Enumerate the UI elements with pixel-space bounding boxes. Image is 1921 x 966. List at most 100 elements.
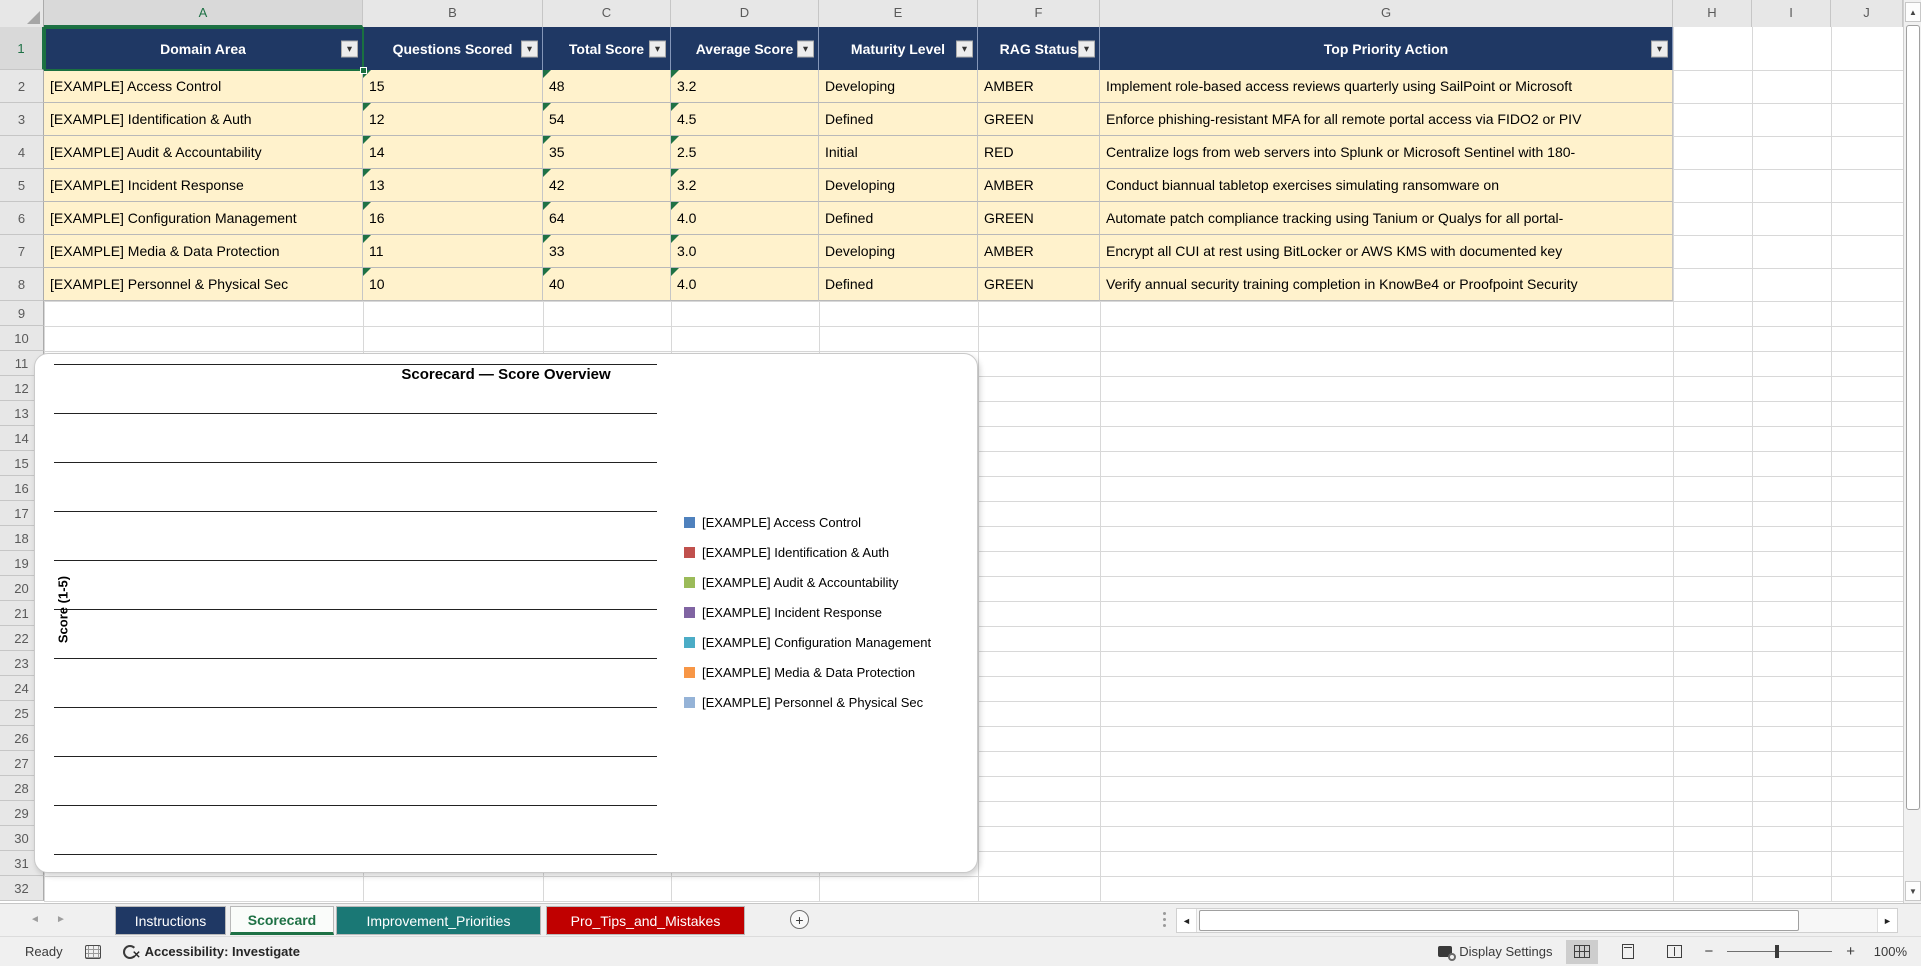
column-header-i[interactable]: I bbox=[1752, 0, 1831, 27]
column-header-c[interactable]: C bbox=[543, 0, 671, 27]
table-cell[interactable]: 33 bbox=[543, 235, 671, 268]
column-header-h[interactable]: H bbox=[1673, 0, 1752, 27]
column-header-g[interactable]: G bbox=[1100, 0, 1673, 27]
table-cell[interactable]: [EXAMPLE] Incident Response bbox=[44, 169, 363, 202]
column-header-d[interactable]: D bbox=[671, 0, 819, 27]
table-cell[interactable]: 48 bbox=[543, 70, 671, 103]
table-cell[interactable]: Initial bbox=[819, 136, 978, 169]
table-cell[interactable]: [EXAMPLE] Personnel & Physical Sec bbox=[44, 268, 363, 301]
table-cell[interactable]: Encrypt all CUI at rest using BitLocker … bbox=[1100, 235, 1673, 268]
row-header-6[interactable]: 6 bbox=[0, 202, 44, 235]
filter-dropdown-button[interactable]: ▾ bbox=[341, 40, 358, 57]
table-cell[interactable]: [EXAMPLE] Identification & Auth bbox=[44, 103, 363, 136]
table-cell[interactable]: Verify annual security training completi… bbox=[1100, 268, 1673, 301]
legend-item[interactable]: [EXAMPLE] Personnel & Physical Sec bbox=[684, 687, 931, 717]
table-cell[interactable]: 3.0 bbox=[671, 235, 819, 268]
horizontal-scrollbar[interactable]: ◄ ► bbox=[1176, 908, 1898, 933]
table-header-cell[interactable]: Questions Scored ▾ bbox=[363, 27, 543, 70]
table-cell[interactable]: Defined bbox=[819, 202, 978, 235]
sheet-tab-scorecard[interactable]: Scorecard bbox=[230, 906, 334, 935]
table-header-cell[interactable]: Average Score ▾ bbox=[671, 27, 819, 70]
table-cell[interactable]: Implement role-based access reviews quar… bbox=[1100, 70, 1673, 103]
table-cell[interactable]: Developing bbox=[819, 235, 978, 268]
table-header-cell[interactable]: Top Priority Action ▾ bbox=[1100, 27, 1673, 70]
zoom-slider[interactable] bbox=[1727, 945, 1833, 958]
table-header-cell[interactable]: Total Score ▾ bbox=[543, 27, 671, 70]
table-cell[interactable]: Automate patch compliance tracking using… bbox=[1100, 202, 1673, 235]
table-cell[interactable]: AMBER bbox=[978, 70, 1100, 103]
accessibility-status[interactable]: ✕ Accessibility: Investigate bbox=[122, 944, 300, 961]
horizontal-scroll-thumb[interactable] bbox=[1199, 910, 1799, 931]
legend-item[interactable]: [EXAMPLE] Audit & Accountability bbox=[684, 567, 931, 597]
row-header-3[interactable]: 3 bbox=[0, 103, 44, 136]
legend-item[interactable]: [EXAMPLE] Configuration Management bbox=[684, 627, 931, 657]
sheet-tab-pro_tips_and_mistakes[interactable]: Pro_Tips_and_Mistakes bbox=[546, 906, 745, 935]
scroll-left-button[interactable]: ◄ bbox=[1177, 909, 1197, 932]
table-cell[interactable]: 4.0 bbox=[671, 202, 819, 235]
table-cell[interactable]: [EXAMPLE] Media & Data Protection bbox=[44, 235, 363, 268]
table-cell[interactable]: 4.5 bbox=[671, 103, 819, 136]
row-header-1[interactable]: 1 bbox=[0, 27, 44, 70]
table-cell[interactable]: Defined bbox=[819, 268, 978, 301]
table-header-cell[interactable]: RAG Status ▾ bbox=[978, 27, 1100, 70]
table-cell[interactable]: 3.2 bbox=[671, 169, 819, 202]
scroll-right-button[interactable]: ► bbox=[1877, 909, 1897, 932]
sheet-tab-improvement_priorities[interactable]: Improvement_Priorities bbox=[336, 906, 541, 935]
row-header-2[interactable]: 2 bbox=[0, 70, 44, 103]
table-cell[interactable]: GREEN bbox=[978, 268, 1100, 301]
zoom-level[interactable]: 100% bbox=[1869, 944, 1907, 959]
sheet-tab-instructions[interactable]: Instructions bbox=[115, 906, 226, 935]
zoom-in-button[interactable]: + bbox=[1846, 943, 1855, 960]
table-cell[interactable]: 4.0 bbox=[671, 268, 819, 301]
table-cell[interactable]: [EXAMPLE] Audit & Accountability bbox=[44, 136, 363, 169]
scroll-up-button[interactable]: ▲ bbox=[1905, 2, 1921, 22]
column-header-a[interactable]: A bbox=[44, 0, 363, 27]
table-cell[interactable]: 16 bbox=[363, 202, 543, 235]
sheet-nav-next-icon[interactable]: ► bbox=[56, 914, 66, 925]
table-cell[interactable]: Conduct biannual tabletop exercises simu… bbox=[1100, 169, 1673, 202]
legend-item[interactable]: [EXAMPLE] Identification & Auth bbox=[684, 537, 931, 567]
page-layout-view-button[interactable] bbox=[1612, 940, 1644, 964]
table-cell[interactable]: [EXAMPLE] Configuration Management bbox=[44, 202, 363, 235]
table-cell[interactable]: 40 bbox=[543, 268, 671, 301]
table-cell[interactable]: Defined bbox=[819, 103, 978, 136]
table-cell[interactable]: Enforce phishing-resistant MFA for all r… bbox=[1100, 103, 1673, 136]
table-cell[interactable]: Centralize logs from web servers into Sp… bbox=[1100, 136, 1673, 169]
table-cell[interactable]: GREEN bbox=[978, 103, 1100, 136]
table-cell[interactable]: GREEN bbox=[978, 202, 1100, 235]
vertical-scroll-thumb[interactable] bbox=[1906, 25, 1920, 810]
filter-dropdown-button[interactable]: ▾ bbox=[1078, 40, 1095, 57]
row-header-10[interactable]: 10 bbox=[0, 326, 44, 351]
table-cell[interactable]: 3.2 bbox=[671, 70, 819, 103]
filter-dropdown-button[interactable]: ▾ bbox=[1651, 40, 1668, 57]
table-cell[interactable]: 14 bbox=[363, 136, 543, 169]
table-cell[interactable]: 2.5 bbox=[671, 136, 819, 169]
column-header-e[interactable]: E bbox=[819, 0, 978, 27]
vertical-scrollbar[interactable]: ▲ ▼ bbox=[1903, 0, 1921, 903]
add-sheet-button[interactable]: + bbox=[790, 910, 809, 929]
zoom-slider-thumb[interactable] bbox=[1775, 945, 1780, 958]
table-cell[interactable]: 10 bbox=[363, 268, 543, 301]
sheet-nav-prev-icon[interactable]: ◄ bbox=[30, 914, 40, 925]
row-header-7[interactable]: 7 bbox=[0, 235, 44, 268]
column-header-f[interactable]: F bbox=[978, 0, 1100, 27]
table-cell[interactable]: 12 bbox=[363, 103, 543, 136]
legend-item[interactable]: [EXAMPLE] Incident Response bbox=[684, 597, 931, 627]
table-cell[interactable]: Developing bbox=[819, 70, 978, 103]
column-header-j[interactable]: J bbox=[1831, 0, 1903, 27]
table-cell[interactable]: 35 bbox=[543, 136, 671, 169]
table-cell[interactable]: RED bbox=[978, 136, 1100, 169]
legend-item[interactable]: [EXAMPLE] Access Control bbox=[684, 507, 931, 537]
display-settings-button[interactable]: Display Settings bbox=[1438, 944, 1552, 961]
row-header-5[interactable]: 5 bbox=[0, 169, 44, 202]
scroll-down-button[interactable]: ▼ bbox=[1905, 881, 1921, 901]
table-cell[interactable]: AMBER bbox=[978, 235, 1100, 268]
table-header-cell[interactable]: Maturity Level ▾ bbox=[819, 27, 978, 70]
row-header-8[interactable]: 8 bbox=[0, 268, 44, 301]
column-header-b[interactable]: B bbox=[363, 0, 543, 27]
normal-view-button[interactable] bbox=[1566, 939, 1599, 964]
page-break-view-button[interactable] bbox=[1658, 940, 1690, 964]
row-header-9[interactable]: 9 bbox=[0, 301, 44, 326]
table-cell[interactable]: Developing bbox=[819, 169, 978, 202]
legend-item[interactable]: [EXAMPLE] Media & Data Protection bbox=[684, 657, 931, 687]
